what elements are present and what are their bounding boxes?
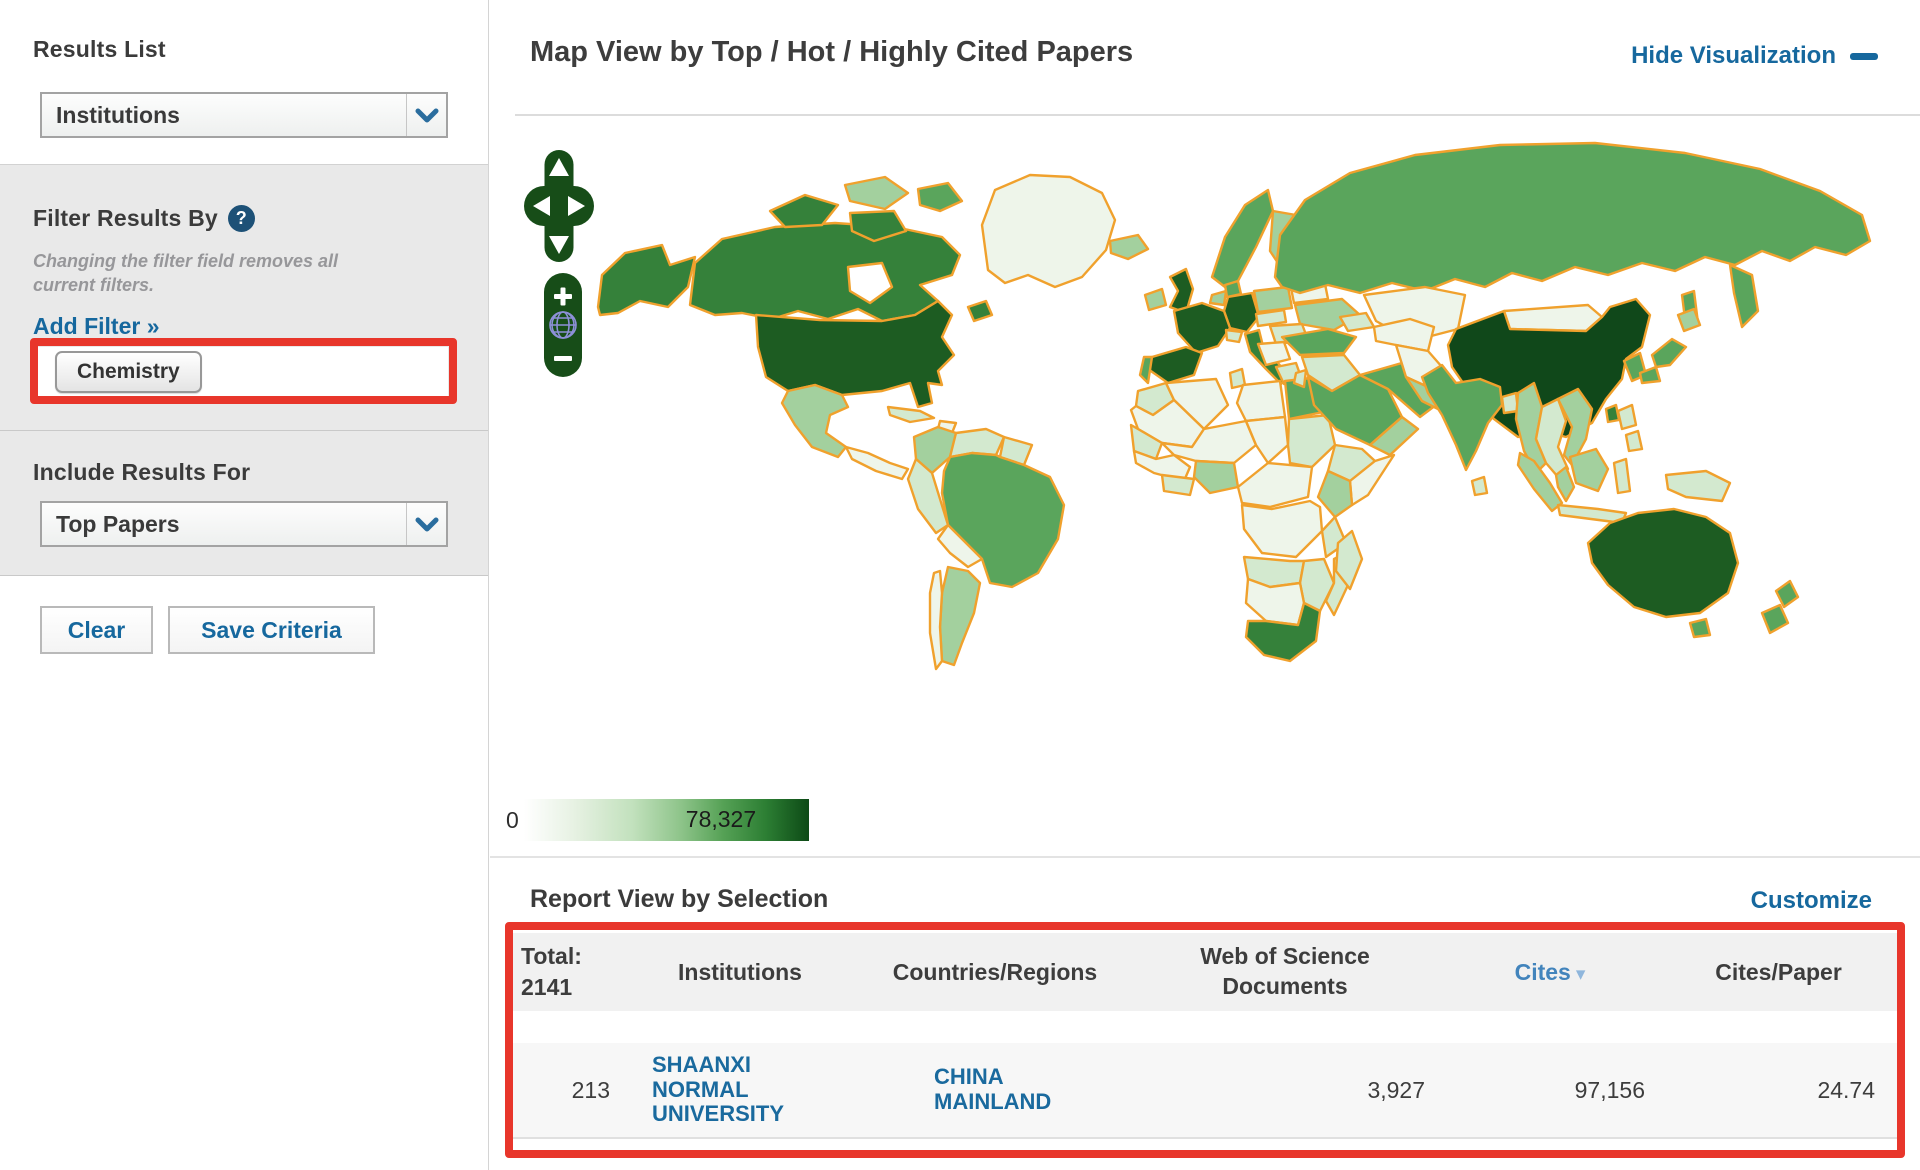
cites-label: Cites <box>1515 959 1571 985</box>
country-link[interactable]: CHINA MAINLAND <box>934 1065 1059 1114</box>
column-header-wos-documents[interactable]: Web of Science Documents <box>1130 942 1440 1002</box>
column-header-cites-sorted[interactable]: Cites▾ <box>1440 959 1660 986</box>
include-results-dropdown[interactable]: Top Papers <box>40 501 448 547</box>
include-results-heading: Include Results For <box>33 459 250 486</box>
report-table: Total: 2141 Institutions Countries/Regio… <box>513 933 1897 1139</box>
zoom-out-icon[interactable] <box>554 356 572 361</box>
filter-results-heading-text: Filter Results By <box>33 205 218 231</box>
report-table-header-row: Total: 2141 Institutions Countries/Regio… <box>513 933 1897 1011</box>
wos-documents-label: Web of Science Documents <box>1170 942 1400 1002</box>
active-filter-strip: Chemistry <box>38 347 448 397</box>
table-bottom-divider <box>513 1137 1897 1139</box>
map-color-legend: 0 78,327 <box>506 799 809 841</box>
row-count-cell: 213 <box>513 1077 620 1104</box>
help-question-icon[interactable]: ? <box>228 205 255 232</box>
row-cites-per-paper-cell: 24.74 <box>1660 1077 1897 1104</box>
sort-caret-icon: ▾ <box>1576 964 1586 985</box>
hide-visualization-label: Hide Visualization <box>1631 42 1836 70</box>
row-country-cell: CHINA MAINLAND <box>860 1065 1130 1115</box>
row-institution-cell: SHAANXI NORMAL UNIVERSITY <box>620 1053 860 1127</box>
column-header-institutions[interactable]: Institutions <box>620 959 860 986</box>
hide-visualization-link[interactable]: Hide Visualization <box>1631 42 1878 70</box>
institution-link[interactable]: SHAANXI NORMAL UNIVERSITY <box>652 1053 792 1127</box>
row-wos-documents-cell: 3,927 <box>1130 1077 1440 1104</box>
total-header-cell: Total: 2141 <box>513 941 620 1003</box>
results-list-section: Results List Institutions <box>0 0 488 164</box>
report-view-heading: Report View by Selection <box>530 885 828 914</box>
report-divider <box>490 856 1920 858</box>
chevron-down-icon <box>406 503 446 545</box>
legend-max-label: 78,327 <box>686 806 756 833</box>
collapse-minus-icon <box>1850 53 1878 60</box>
world-map-choropleth[interactable] <box>490 115 1910 805</box>
clear-button[interactable]: Clear <box>40 606 153 654</box>
filter-change-note: Changing the filter field removes all cu… <box>33 249 378 298</box>
include-results-selected-value: Top Papers <box>42 511 406 538</box>
column-header-cites-per-paper[interactable]: Cites/Paper <box>1660 959 1897 986</box>
map-pan-control[interactable] <box>524 150 594 262</box>
filter-results-heading: Filter Results By? <box>33 205 255 232</box>
criteria-actions-section: Clear Save Criteria <box>0 576 488 696</box>
filter-sidebar: Results List Institutions Filter Results… <box>0 0 489 1170</box>
add-filter-link[interactable]: Add Filter » <box>33 313 160 340</box>
total-value: 2141 <box>521 972 620 1003</box>
total-label: Total: <box>521 941 620 972</box>
filter-results-section: Filter Results By? Changing the filter f… <box>0 164 488 431</box>
save-criteria-button[interactable]: Save Criteria <box>168 606 375 654</box>
page-title: Map View by Top / Hot / Highly Cited Pap… <box>530 36 1133 69</box>
row-cites-cell: 97,156 <box>1440 1077 1660 1104</box>
results-list-heading: Results List <box>33 36 166 63</box>
results-list-selected-value: Institutions <box>42 102 406 129</box>
chevron-down-icon <box>406 94 446 136</box>
include-results-section: Include Results For Top Papers <box>0 431 488 576</box>
legend-gradient-bar: 78,327 <box>524 799 809 841</box>
map-zoom-control[interactable] <box>544 273 582 377</box>
column-header-countries[interactable]: Countries/Regions <box>860 959 1130 986</box>
chemistry-filter-chip[interactable]: Chemistry <box>55 351 202 393</box>
results-list-dropdown[interactable]: Institutions <box>40 92 448 138</box>
customize-link[interactable]: Customize <box>1751 887 1872 915</box>
table-row: 213 SHAANXI NORMAL UNIVERSITY CHINA MAIN… <box>513 1043 1897 1137</box>
legend-min-label: 0 <box>506 799 519 841</box>
